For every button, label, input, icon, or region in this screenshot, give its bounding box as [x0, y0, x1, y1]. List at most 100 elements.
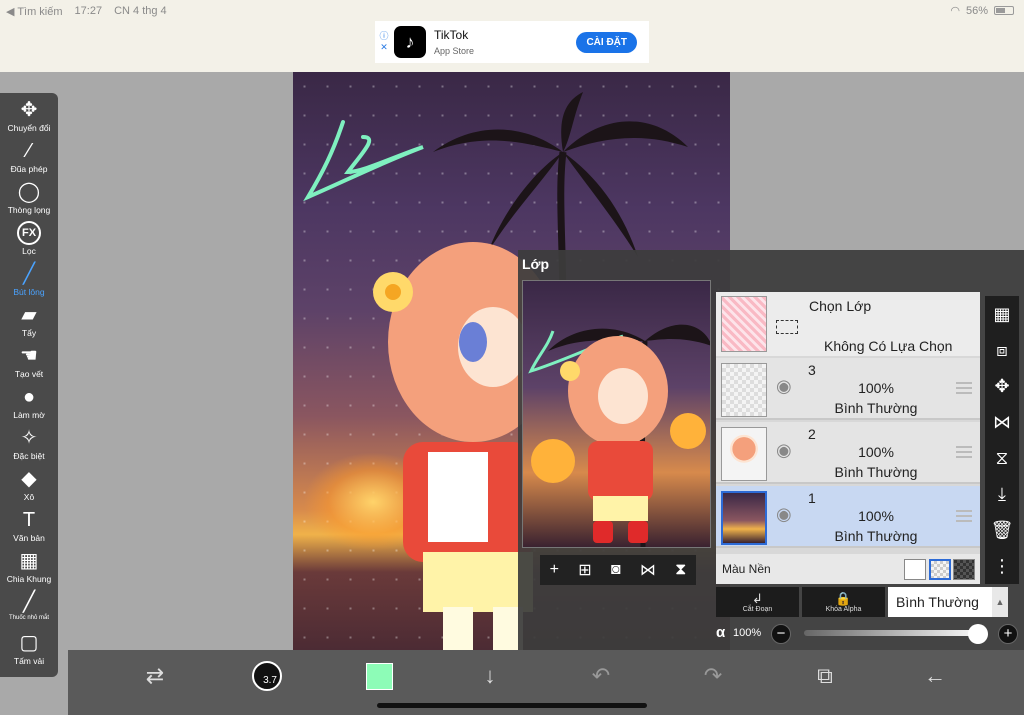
tool-label: Làm mờ — [13, 410, 45, 420]
quick-menu-button[interactable]: ⇄ — [138, 650, 172, 702]
tool-eyedropper[interactable]: ╱ Thuốc nhỏ mắt — [0, 590, 58, 631]
background-white-swatch[interactable] — [904, 559, 926, 580]
camera-icon[interactable]: ◙ — [611, 561, 621, 579]
opacity-row: α 100% − + — [714, 622, 1024, 646]
ad-install-button[interactable]: CÀI ĐẶT — [576, 31, 637, 53]
background-transparent-swatch[interactable] — [929, 559, 951, 580]
alpha-symbol: α — [716, 624, 726, 641]
back-button[interactable]: ← — [918, 650, 952, 702]
tool-label: Xô — [23, 492, 35, 502]
move-icon: ✥ — [20, 99, 38, 121]
brush-size-button[interactable]: 3.7 — [250, 650, 284, 702]
download-layer-button[interactable]: ↓ — [473, 650, 507, 702]
drag-handle-icon[interactable] — [956, 382, 972, 394]
add-layer-icon[interactable]: + — [550, 561, 559, 579]
status-right: ◠ 56% — [950, 4, 1014, 17]
selection-layer-row[interactable]: Chọn Lớp Không Có Lựa Chọn — [716, 292, 980, 356]
tool-special[interactable]: ✧ Đặc biệt — [0, 426, 58, 467]
eyedropper-icon: ╱ — [22, 591, 36, 613]
tool-label: Đặc biệt — [13, 451, 45, 461]
ad-text: TikTok App Store — [434, 28, 474, 56]
layer-number: 2 — [808, 426, 816, 442]
layers-panel-title: Lớp — [522, 256, 550, 272]
ad-close-icon[interactable]: ✕ — [380, 42, 388, 53]
eye-icon[interactable]: ◉ — [776, 440, 792, 461]
eye-icon[interactable]: ◉ — [776, 376, 792, 397]
layer-opacity: 100% — [858, 508, 894, 524]
status-time: 17:27 — [74, 5, 103, 17]
layers-count-icon: ⧉ — [817, 663, 833, 688]
preview-tools: + ⊞ ◙ ⋈ ⧗ — [540, 555, 696, 585]
layer-number: 3 — [808, 362, 816, 378]
opacity-slider[interactable] — [804, 630, 984, 636]
layer-row-1[interactable]: ◉ 1 100% Bình Thường — [716, 486, 980, 548]
tool-lasso[interactable]: ◯ Thòng lọng — [0, 180, 58, 221]
flip-horizontal-icon[interactable]: ⋈ — [640, 560, 656, 580]
layer-row-3[interactable]: ◉ 3 100% Bình Thường — [716, 358, 980, 420]
redo-button[interactable]: ↷ — [696, 650, 730, 702]
magic-wand-icon: ⁄ — [27, 140, 31, 162]
merge-down-icon[interactable]: ⤓ — [998, 484, 1006, 505]
eraser-icon: ▰ — [21, 304, 37, 326]
tool-divide[interactable]: ▦ Chia Khung — [0, 549, 58, 590]
clipping-button[interactable]: ↲ Cắt Đoạn — [716, 587, 799, 617]
flip-vertical-icon[interactable]: ⧗ — [675, 561, 686, 579]
blur-icon: ● — [22, 386, 36, 408]
tool-fill[interactable]: ◆ Xô — [0, 467, 58, 508]
tool-filter[interactable]: FX Lọc — [0, 221, 58, 262]
canvas-icon: ▢ — [19, 632, 39, 654]
tool-smudge[interactable]: ☚ Tạo vết — [0, 344, 58, 385]
clipping-label: Cắt Đoạn — [742, 605, 773, 613]
background-dark-swatch[interactable] — [953, 559, 975, 580]
ad-info-icon[interactable]: ⓘ — [379, 31, 388, 42]
tool-sidebar: ✥ Chuyển đổi ⁄ Đũa phép ◯ Thòng lọng FX Lọc ╱ Bút… — [0, 93, 58, 677]
add-layer-box-icon[interactable]: ⊞ — [578, 560, 591, 580]
tool-label: Thuốc nhỏ mắt — [8, 615, 50, 621]
back-to-search-link[interactable]: ◀ Tìm kiếm — [6, 5, 63, 18]
special-icon: ✧ — [20, 427, 38, 449]
layers-button[interactable]: ⧉ — [808, 650, 842, 702]
opacity-decrease-button[interactable]: − — [771, 624, 791, 644]
tool-magic-wand[interactable]: ⁄ Đũa phép — [0, 139, 58, 180]
layer-row-2[interactable]: ◉ 2 100% Bình Thường — [716, 422, 980, 484]
ad-title: TikTok — [434, 28, 469, 42]
layer-opacity: 100% — [858, 380, 894, 396]
drag-handle-icon[interactable] — [956, 446, 972, 458]
transform-layer-icon[interactable]: ⧈ — [996, 340, 1007, 361]
tool-label: Đũa phép — [10, 164, 48, 174]
undo-button[interactable]: ↶ — [584, 650, 618, 702]
tool-eraser[interactable]: ▰ Tẩy — [0, 303, 58, 344]
layer-preview[interactable] — [522, 280, 711, 548]
tool-blur[interactable]: ● Làm mờ — [0, 385, 58, 426]
layer-blend-mode: Bình Thường — [834, 528, 918, 544]
alpha-lock-button[interactable]: 🔒 Khóa Alpha — [802, 587, 885, 617]
layer-side-tools: ▦ ⧈ ✥ ⋈ ⧖ ⤓ 🗑 ⋮ — [985, 296, 1019, 584]
layer-number: 1 — [808, 490, 816, 506]
opacity-slider-knob[interactable] — [968, 624, 988, 644]
trash-icon[interactable]: 🗑 — [991, 520, 1014, 541]
move-layer-icon[interactable]: ✥ — [994, 376, 1009, 397]
lock-icon: 🔒 — [835, 590, 852, 606]
clip-arrow-icon: ↲ — [752, 590, 763, 606]
eye-icon[interactable]: ◉ — [776, 504, 792, 525]
more-options-icon[interactable]: ⋮ — [993, 556, 1011, 577]
tool-move[interactable]: ✥ Chuyển đổi — [0, 98, 58, 139]
background-color-label: Màu Nền — [722, 562, 771, 576]
flip-layer-vertical-icon[interactable]: ⧖ — [996, 448, 1009, 469]
home-indicator[interactable] — [377, 703, 647, 708]
drag-handle-icon[interactable] — [956, 510, 972, 522]
tool-text[interactable]: T Văn bản — [0, 508, 58, 549]
tool-canvas[interactable]: ▢ Tấm vải — [0, 631, 58, 672]
brush-icon: ╱ — [22, 263, 36, 285]
layer-blend-mode: Bình Thường — [834, 464, 918, 480]
checkerboard-icon[interactable]: ▦ — [993, 304, 1010, 325]
tool-label: Tẩy — [21, 328, 37, 338]
tool-brush[interactable]: ╱ Bút lông — [0, 262, 58, 303]
opacity-increase-button[interactable]: + — [998, 624, 1018, 644]
color-button[interactable] — [362, 650, 396, 702]
swap-arrows-icon: ⇄ — [145, 663, 165, 688]
ad-banner[interactable]: ⓘ ✕ ♪ TikTok App Store CÀI ĐẶT — [375, 21, 649, 63]
battery-percent: 56% — [965, 4, 988, 17]
blend-mode-select[interactable]: Bình Thường ▲ — [888, 587, 1008, 617]
flip-layer-horizontal-icon[interactable]: ⋈ — [993, 412, 1011, 433]
